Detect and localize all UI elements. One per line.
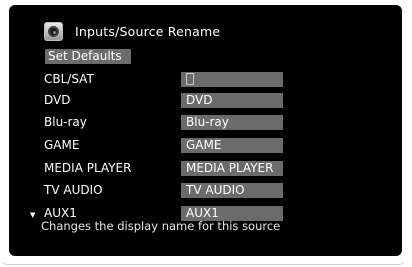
source-name-field[interactable]: DVD — [181, 93, 283, 108]
source-label: DVD — [44, 93, 71, 107]
source-name-field[interactable]: TV AUDIO — [181, 183, 283, 198]
source-name-field[interactable]: Blu-ray — [181, 115, 283, 130]
rename-row-bluray[interactable]: Blu-ray Blu-ray — [0, 114, 393, 130]
set-defaults-button[interactable]: Set Defaults — [45, 49, 131, 64]
source-name-field[interactable]: MEDIA PLAYER — [181, 161, 283, 176]
source-label: TV AUDIO — [44, 183, 103, 197]
source-label: GAME — [44, 138, 80, 152]
rename-row-media-player[interactable]: MEDIA PLAYER MEDIA PLAYER — [0, 160, 393, 176]
page-title: Inputs/Source Rename — [75, 23, 221, 39]
menu-header: Inputs/Source Rename — [44, 20, 220, 42]
source-name-field[interactable] — [181, 72, 283, 87]
rename-row-game[interactable]: GAME GAME — [0, 137, 393, 153]
text-cursor — [186, 72, 194, 85]
source-name-field[interactable]: GAME — [181, 138, 283, 153]
source-label: CBL/SAT — [44, 72, 94, 86]
speaker-icon — [44, 21, 63, 41]
scroll-down-icon: ▼ — [30, 211, 36, 219]
rename-row-dvd[interactable]: DVD DVD — [0, 92, 393, 108]
source-label: Blu-ray — [44, 115, 87, 129]
help-text: Changes the display name for this source — [41, 219, 281, 233]
source-label: MEDIA PLAYER — [44, 161, 132, 175]
rename-row-tv-audio[interactable]: TV AUDIO TV AUDIO — [0, 182, 393, 198]
rename-row-cbl-sat[interactable]: CBL/SAT — [0, 71, 393, 87]
